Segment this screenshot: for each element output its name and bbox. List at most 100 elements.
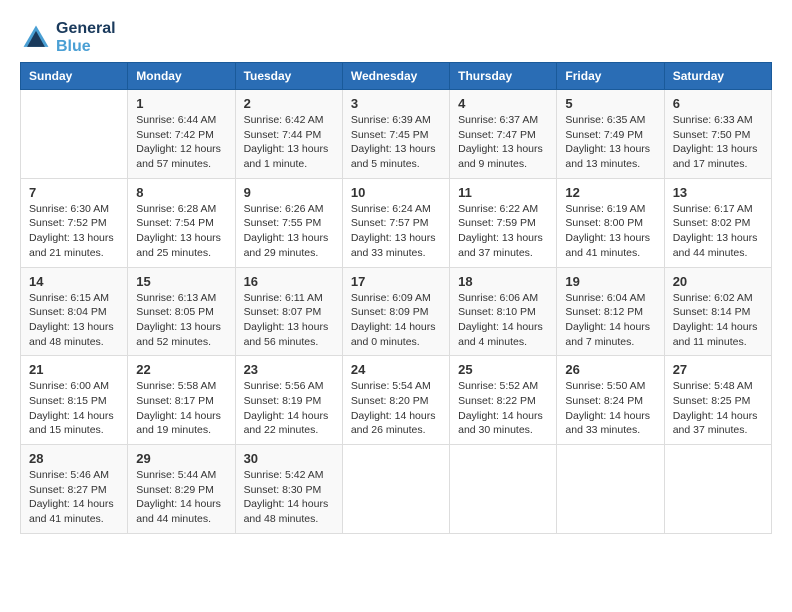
- sunrise: Sunrise: 6:37 AM: [458, 113, 548, 128]
- sunrise: Sunrise: 6:15 AM: [29, 291, 119, 306]
- day-number: 21: [29, 362, 119, 377]
- calendar-cell: 5 Sunrise: 6:35 AM Sunset: 7:49 PM Dayli…: [557, 90, 664, 179]
- sunset: Sunset: 7:57 PM: [351, 216, 441, 231]
- sunrise: Sunrise: 6:28 AM: [136, 202, 226, 217]
- sunrise: Sunrise: 5:46 AM: [29, 468, 119, 483]
- day-number: 16: [244, 274, 334, 289]
- sunset: Sunset: 7:45 PM: [351, 128, 441, 143]
- sunset: Sunset: 8:29 PM: [136, 483, 226, 498]
- day-info: Sunrise: 6:44 AM Sunset: 7:42 PM Dayligh…: [136, 113, 226, 172]
- daylight: Daylight: 14 hours and 37 minutes.: [673, 409, 763, 438]
- day-info: Sunrise: 5:42 AM Sunset: 8:30 PM Dayligh…: [244, 468, 334, 527]
- daylight: Daylight: 14 hours and 4 minutes.: [458, 320, 548, 349]
- weekday-header: Friday: [557, 63, 664, 90]
- day-info: Sunrise: 6:24 AM Sunset: 7:57 PM Dayligh…: [351, 202, 441, 261]
- sunset: Sunset: 8:10 PM: [458, 305, 548, 320]
- day-number: 22: [136, 362, 226, 377]
- daylight: Daylight: 14 hours and 26 minutes.: [351, 409, 441, 438]
- calendar-cell: 19 Sunrise: 6:04 AM Sunset: 8:12 PM Dayl…: [557, 267, 664, 356]
- day-info: Sunrise: 6:04 AM Sunset: 8:12 PM Dayligh…: [565, 291, 655, 350]
- calendar-cell: 25 Sunrise: 5:52 AM Sunset: 8:22 PM Dayl…: [450, 356, 557, 445]
- calendar-cell: 13 Sunrise: 6:17 AM Sunset: 8:02 PM Dayl…: [664, 178, 771, 267]
- calendar-cell: 18 Sunrise: 6:06 AM Sunset: 8:10 PM Dayl…: [450, 267, 557, 356]
- day-number: 18: [458, 274, 548, 289]
- day-info: Sunrise: 5:44 AM Sunset: 8:29 PM Dayligh…: [136, 468, 226, 527]
- sunset: Sunset: 8:05 PM: [136, 305, 226, 320]
- day-number: 23: [244, 362, 334, 377]
- calendar-cell: [557, 445, 664, 534]
- sunrise: Sunrise: 6:11 AM: [244, 291, 334, 306]
- daylight: Daylight: 14 hours and 30 minutes.: [458, 409, 548, 438]
- calendar-cell: 20 Sunrise: 6:02 AM Sunset: 8:14 PM Dayl…: [664, 267, 771, 356]
- day-info: Sunrise: 6:00 AM Sunset: 8:15 PM Dayligh…: [29, 379, 119, 438]
- day-info: Sunrise: 5:52 AM Sunset: 8:22 PM Dayligh…: [458, 379, 548, 438]
- daylight: Daylight: 13 hours and 33 minutes.: [351, 231, 441, 260]
- day-number: 7: [29, 185, 119, 200]
- day-info: Sunrise: 6:37 AM Sunset: 7:47 PM Dayligh…: [458, 113, 548, 172]
- weekday-header: Saturday: [664, 63, 771, 90]
- weekday-header: Sunday: [21, 63, 128, 90]
- calendar-cell: 26 Sunrise: 5:50 AM Sunset: 8:24 PM Dayl…: [557, 356, 664, 445]
- sunset: Sunset: 7:42 PM: [136, 128, 226, 143]
- calendar-week-row: 14 Sunrise: 6:15 AM Sunset: 8:04 PM Dayl…: [21, 267, 772, 356]
- weekday-header: Tuesday: [235, 63, 342, 90]
- daylight: Daylight: 13 hours and 48 minutes.: [29, 320, 119, 349]
- day-info: Sunrise: 6:26 AM Sunset: 7:55 PM Dayligh…: [244, 202, 334, 261]
- sunrise: Sunrise: 6:09 AM: [351, 291, 441, 306]
- day-number: 15: [136, 274, 226, 289]
- day-number: 1: [136, 96, 226, 111]
- day-info: Sunrise: 6:17 AM Sunset: 8:02 PM Dayligh…: [673, 202, 763, 261]
- day-number: 14: [29, 274, 119, 289]
- calendar-cell: 9 Sunrise: 6:26 AM Sunset: 7:55 PM Dayli…: [235, 178, 342, 267]
- calendar-cell: 3 Sunrise: 6:39 AM Sunset: 7:45 PM Dayli…: [342, 90, 449, 179]
- sunset: Sunset: 8:22 PM: [458, 394, 548, 409]
- calendar-table: SundayMondayTuesdayWednesdayThursdayFrid…: [20, 62, 772, 534]
- day-number: 25: [458, 362, 548, 377]
- logo-text: General Blue: [56, 20, 116, 56]
- daylight: Daylight: 13 hours and 17 minutes.: [673, 142, 763, 171]
- sunrise: Sunrise: 5:56 AM: [244, 379, 334, 394]
- sunrise: Sunrise: 6:39 AM: [351, 113, 441, 128]
- sunrise: Sunrise: 6:19 AM: [565, 202, 655, 217]
- sunset: Sunset: 8:24 PM: [565, 394, 655, 409]
- calendar-week-row: 1 Sunrise: 6:44 AM Sunset: 7:42 PM Dayli…: [21, 90, 772, 179]
- calendar-cell: 30 Sunrise: 5:42 AM Sunset: 8:30 PM Dayl…: [235, 445, 342, 534]
- calendar-cell: 12 Sunrise: 6:19 AM Sunset: 8:00 PM Dayl…: [557, 178, 664, 267]
- sunset: Sunset: 8:20 PM: [351, 394, 441, 409]
- day-number: 8: [136, 185, 226, 200]
- calendar-cell: 15 Sunrise: 6:13 AM Sunset: 8:05 PM Dayl…: [128, 267, 235, 356]
- calendar-cell: 29 Sunrise: 5:44 AM Sunset: 8:29 PM Dayl…: [128, 445, 235, 534]
- sunrise: Sunrise: 6:26 AM: [244, 202, 334, 217]
- day-number: 4: [458, 96, 548, 111]
- sunset: Sunset: 7:52 PM: [29, 216, 119, 231]
- logo: General Blue: [20, 20, 116, 56]
- daylight: Daylight: 12 hours and 57 minutes.: [136, 142, 226, 171]
- day-number: 30: [244, 451, 334, 466]
- calendar-cell: 23 Sunrise: 5:56 AM Sunset: 8:19 PM Dayl…: [235, 356, 342, 445]
- sunrise: Sunrise: 6:02 AM: [673, 291, 763, 306]
- daylight: Daylight: 13 hours and 1 minute.: [244, 142, 334, 171]
- calendar-cell: 17 Sunrise: 6:09 AM Sunset: 8:09 PM Dayl…: [342, 267, 449, 356]
- logo-icon: [20, 22, 52, 54]
- daylight: Daylight: 14 hours and 48 minutes.: [244, 497, 334, 526]
- day-info: Sunrise: 6:22 AM Sunset: 7:59 PM Dayligh…: [458, 202, 548, 261]
- sunrise: Sunrise: 5:48 AM: [673, 379, 763, 394]
- weekday-header: Thursday: [450, 63, 557, 90]
- sunrise: Sunrise: 6:06 AM: [458, 291, 548, 306]
- day-number: 20: [673, 274, 763, 289]
- sunrise: Sunrise: 6:44 AM: [136, 113, 226, 128]
- daylight: Daylight: 14 hours and 33 minutes.: [565, 409, 655, 438]
- day-info: Sunrise: 6:09 AM Sunset: 8:09 PM Dayligh…: [351, 291, 441, 350]
- day-number: 3: [351, 96, 441, 111]
- sunset: Sunset: 8:04 PM: [29, 305, 119, 320]
- weekday-header: Wednesday: [342, 63, 449, 90]
- calendar-cell: [664, 445, 771, 534]
- sunset: Sunset: 8:12 PM: [565, 305, 655, 320]
- page-header: General Blue: [20, 20, 772, 56]
- sunrise: Sunrise: 5:50 AM: [565, 379, 655, 394]
- calendar-cell: 21 Sunrise: 6:00 AM Sunset: 8:15 PM Dayl…: [21, 356, 128, 445]
- daylight: Daylight: 13 hours and 41 minutes.: [565, 231, 655, 260]
- day-info: Sunrise: 6:11 AM Sunset: 8:07 PM Dayligh…: [244, 291, 334, 350]
- daylight: Daylight: 13 hours and 13 minutes.: [565, 142, 655, 171]
- calendar-cell: 10 Sunrise: 6:24 AM Sunset: 7:57 PM Dayl…: [342, 178, 449, 267]
